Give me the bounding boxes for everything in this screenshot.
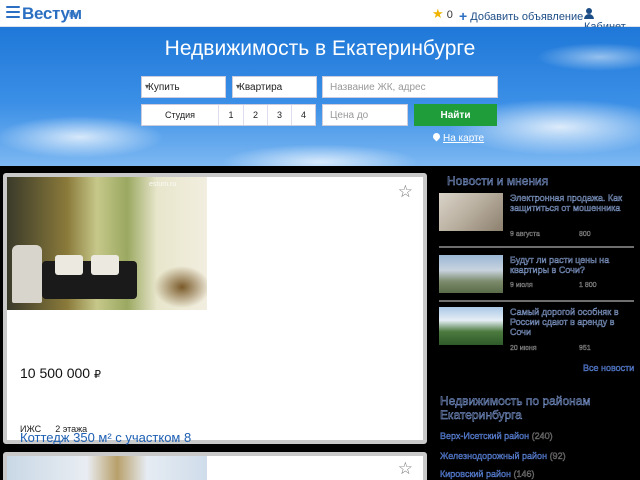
favorite-star-icon[interactable]: ☆ bbox=[398, 459, 413, 479]
listing-card[interactable]: estum.ru ☆ 10 500 000 ₽ ИЖС 2 этажа Котте… bbox=[3, 173, 427, 445]
news-title[interactable]: Электронная продажа. Как защититься от м… bbox=[510, 193, 634, 213]
chevron-down-icon: ▾ bbox=[236, 82, 241, 91]
news-title[interactable]: Самый дорогой особняк в России сдают в а… bbox=[510, 307, 634, 337]
photo-pillow bbox=[91, 255, 119, 275]
property-type-value: Квартира bbox=[239, 82, 283, 93]
news-date: 9 июля bbox=[510, 282, 533, 289]
favorite-star-icon[interactable]: ☆ bbox=[398, 182, 413, 202]
news-heading: Новости и мнения bbox=[447, 174, 549, 188]
district-count: (92) bbox=[549, 451, 566, 461]
divider bbox=[439, 246, 634, 248]
all-news-link[interactable]: Все новости bbox=[583, 363, 635, 373]
room-option-3[interactable]: 3 bbox=[268, 105, 292, 125]
news-date: 20 июня bbox=[510, 345, 537, 352]
district-name[interactable]: Кировский район bbox=[440, 469, 511, 479]
add-listing-button[interactable]: + Добавить объявление bbox=[459, 7, 584, 24]
news-item[interactable]: Самый дорогой особняк в России сдают в а… bbox=[439, 307, 634, 355]
news-views: 800 bbox=[579, 231, 591, 238]
district-count: (146) bbox=[513, 469, 535, 479]
price-currency: ₽ bbox=[93, 369, 101, 381]
room-option-studio[interactable]: Студия bbox=[142, 105, 219, 125]
hero-search: Недвижимость в Екатеринбурге ▾ Купить ▾ … bbox=[0, 27, 640, 166]
listing-price: 10 500 000 ₽ bbox=[20, 365, 101, 381]
price-to-input[interactable]: Цена до bbox=[322, 104, 408, 126]
room-option-2[interactable]: 2 bbox=[244, 105, 268, 125]
favorites-count: 0 bbox=[446, 9, 453, 21]
price-value: 10 500 000 bbox=[20, 365, 91, 381]
map-link-label: На карте bbox=[443, 133, 485, 144]
chevron-down-icon: ▾ bbox=[145, 82, 150, 91]
divider bbox=[439, 300, 634, 302]
find-button[interactable]: Найти bbox=[414, 104, 497, 126]
favorites-button[interactable]: ★ 0 bbox=[432, 6, 453, 22]
rooms-selector: Студия 1 2 3 4 bbox=[141, 104, 316, 126]
news-thumbnail[interactable] bbox=[439, 307, 503, 345]
news-title[interactable]: Будут ли расти цены на квартиры в Сочи? bbox=[510, 255, 634, 275]
listing-title[interactable]: Коттедж 350 м² с участком 8 bbox=[20, 430, 191, 445]
listing-photo[interactable]: estum.ru bbox=[7, 177, 207, 310]
room-option-1[interactable]: 1 bbox=[219, 105, 244, 125]
property-type-select[interactable]: ▾ Квартира bbox=[232, 76, 317, 98]
map-pin-icon bbox=[431, 131, 442, 142]
news-date: 9 августа bbox=[510, 231, 540, 238]
news-views: 1 800 bbox=[579, 282, 597, 289]
district-link[interactable]: Железнодорожный район (92) bbox=[440, 451, 566, 461]
districts-heading: Недвижимость по районам Екатеринбурга bbox=[440, 394, 591, 422]
photo-chair bbox=[12, 245, 42, 303]
listing-photo[interactable] bbox=[7, 456, 207, 480]
news-item[interactable]: Будут ли расти цены на квартиры в Сочи? … bbox=[439, 255, 634, 295]
page-title: Недвижимость в Екатеринбурге bbox=[164, 37, 476, 60]
district-link[interactable]: Верх-Исетский район (240) bbox=[440, 431, 553, 441]
map-link[interactable]: На карте bbox=[431, 131, 485, 144]
user-icon bbox=[584, 8, 594, 19]
star-icon: ★ bbox=[432, 6, 444, 21]
room-option-4[interactable]: 4 bbox=[292, 105, 315, 125]
district-name[interactable]: Железнодорожный район bbox=[440, 451, 547, 461]
add-listing-label: Добавить объявление bbox=[470, 11, 584, 23]
plus-icon: + bbox=[459, 8, 468, 24]
sidebar: Новости и мнения Электронная продажа. Ка… bbox=[433, 166, 640, 480]
site-logo-tld[interactable]: ru bbox=[69, 9, 77, 19]
complex-address-input[interactable]: Название ЖК, адрес bbox=[322, 76, 498, 98]
photo-watermark: estum.ru bbox=[149, 181, 177, 188]
deal-type-value: Купить bbox=[148, 82, 180, 93]
news-views: 951 bbox=[579, 345, 591, 352]
news-thumbnail[interactable] bbox=[439, 255, 503, 293]
photo-pillow bbox=[55, 255, 83, 275]
district-link[interactable]: Кировский район (146) bbox=[440, 469, 535, 479]
top-bar: Вестум ru ★ 0 + Добавить объявление Каби… bbox=[0, 0, 640, 33]
district-name[interactable]: Верх-Исетский район bbox=[440, 431, 529, 441]
news-item[interactable]: Электронная продажа. Как защититься от м… bbox=[439, 193, 634, 239]
deal-type-select[interactable]: ▾ Купить bbox=[141, 76, 226, 98]
news-thumbnail[interactable] bbox=[439, 193, 503, 231]
menu-icon[interactable] bbox=[6, 6, 20, 20]
district-count: (240) bbox=[531, 431, 553, 441]
listing-card[interactable]: ☆ bbox=[3, 452, 427, 480]
